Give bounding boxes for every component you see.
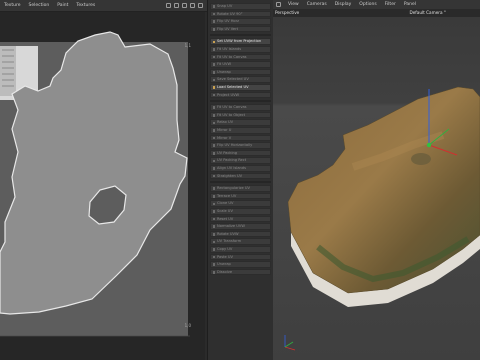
uv-command-button[interactable]: Mirror V	[210, 134, 271, 142]
uv-command-button[interactable]: Copy UV	[210, 246, 271, 253]
uv-command-button[interactable]: Straighten UV	[210, 172, 271, 180]
uv-command-button[interactable]: Rectangularize UV	[210, 185, 271, 192]
panel-separator	[210, 181, 271, 184]
uv-command-button[interactable]: Snap UV	[210, 3, 271, 10]
uv-command-button[interactable]: Flip UV Horz	[210, 18, 271, 25]
uv-commands-panel: Snap UV Rotate UV 90° Flip UV Horz Flip UV …	[207, 0, 274, 360]
uv-command-button[interactable]: Terrace UV	[210, 192, 271, 200]
uv-command-button[interactable]: Align UV Islands	[210, 165, 271, 172]
uv-command-button[interactable]: Relax UV	[210, 119, 271, 126]
uv-command-button[interactable]: Clone UV	[210, 200, 271, 207]
menu-view[interactable]: View	[284, 2, 303, 7]
uv-command-button[interactable]: Set UVW from Projection	[210, 38, 271, 45]
uv-editor-view[interactable]: 1,1 1,0	[0, 12, 205, 360]
perspective-label: Perspective	[275, 10, 300, 15]
uv-command-button[interactable]: Unwrap	[210, 261, 271, 268]
uv-command-button[interactable]: UV Packing	[210, 149, 271, 157]
uv-command-button[interactable]: Load Selected UV	[210, 84, 271, 91]
uv-command-button[interactable]: Rotate UVW	[210, 230, 271, 238]
uv-command-button[interactable]: Rotate UV 90°	[210, 10, 271, 18]
uv-command-button[interactable]: Fit UV Islands	[210, 46, 271, 53]
uv-command-button[interactable]: Scale UV	[210, 208, 271, 215]
camera-label: Default Camera °	[409, 10, 447, 15]
uv-command-button[interactable]: Unwrap	[210, 68, 271, 76]
uv-command-button[interactable]: Fit UV to Canvas	[210, 104, 271, 111]
panel-separator	[210, 100, 271, 103]
menu-cameras[interactable]: Cameras	[303, 2, 331, 7]
menu-options[interactable]: Options	[355, 2, 380, 7]
uv-command-button[interactable]: Save Selected UV	[210, 76, 271, 83]
menu-selection[interactable]: Selection	[24, 3, 53, 8]
gizmo-center[interactable]	[426, 142, 432, 148]
viewport-scene	[273, 17, 480, 360]
uv-editor-menubar: Texture Selection Paint Textures	[0, 0, 207, 12]
pan-icon[interactable]	[182, 3, 187, 8]
uv-command-button[interactable]: Fit UVW	[210, 61, 271, 68]
uv-command-button[interactable]: Project UVW	[210, 91, 271, 99]
uv-coord-bottom-right: 1,0	[184, 323, 191, 328]
uv-command-button[interactable]: Flip UV Vert	[210, 25, 271, 33]
uv-command-button[interactable]: Mirror U	[210, 127, 271, 134]
menu-display[interactable]: Display	[331, 2, 356, 7]
viewport-header: Perspective Default Camera °	[273, 9, 480, 17]
menu-texture[interactable]: Texture	[0, 3, 24, 8]
menu-textures[interactable]: Textures	[72, 3, 99, 8]
uv-command-button[interactable]: Reset UV	[210, 215, 271, 223]
menu-filter[interactable]: Filter	[381, 2, 400, 7]
uv-command-button[interactable]: Flip UV Horizontally	[210, 142, 271, 149]
uv-command-button[interactable]: Fit UV to Canvas	[210, 53, 271, 61]
uv-command-button[interactable]: Fit UV to Object	[210, 111, 271, 119]
uv-command-button[interactable]: UV Transform	[210, 238, 271, 245]
viewport-menubar: View Cameras Display Options Filter Pane…	[273, 0, 480, 9]
3d-viewport[interactable]	[273, 17, 480, 360]
uv-island-layer	[0, 31, 190, 337]
uv-toolbar-icons	[166, 0, 203, 11]
uv-command-button[interactable]: Normalize UVW	[210, 223, 271, 230]
menu-panel[interactable]: Panel	[400, 2, 420, 7]
panel-separator	[210, 34, 271, 37]
uv-command-button[interactable]: Paste UV	[210, 253, 271, 261]
zoom-icon[interactable]	[190, 3, 195, 8]
menu-paint[interactable]: Paint	[53, 3, 72, 8]
lock-icon[interactable]	[166, 3, 171, 8]
fit-view-icon[interactable]	[174, 3, 179, 8]
uv-command-button[interactable]: UV Packing Rect	[210, 157, 271, 164]
maximize-icon[interactable]	[198, 3, 203, 8]
uv-command-button[interactable]: Dissolve	[210, 268, 271, 276]
uv-coord-top-right: 1,1	[184, 43, 191, 48]
view-toggle-icon[interactable]	[276, 2, 281, 7]
